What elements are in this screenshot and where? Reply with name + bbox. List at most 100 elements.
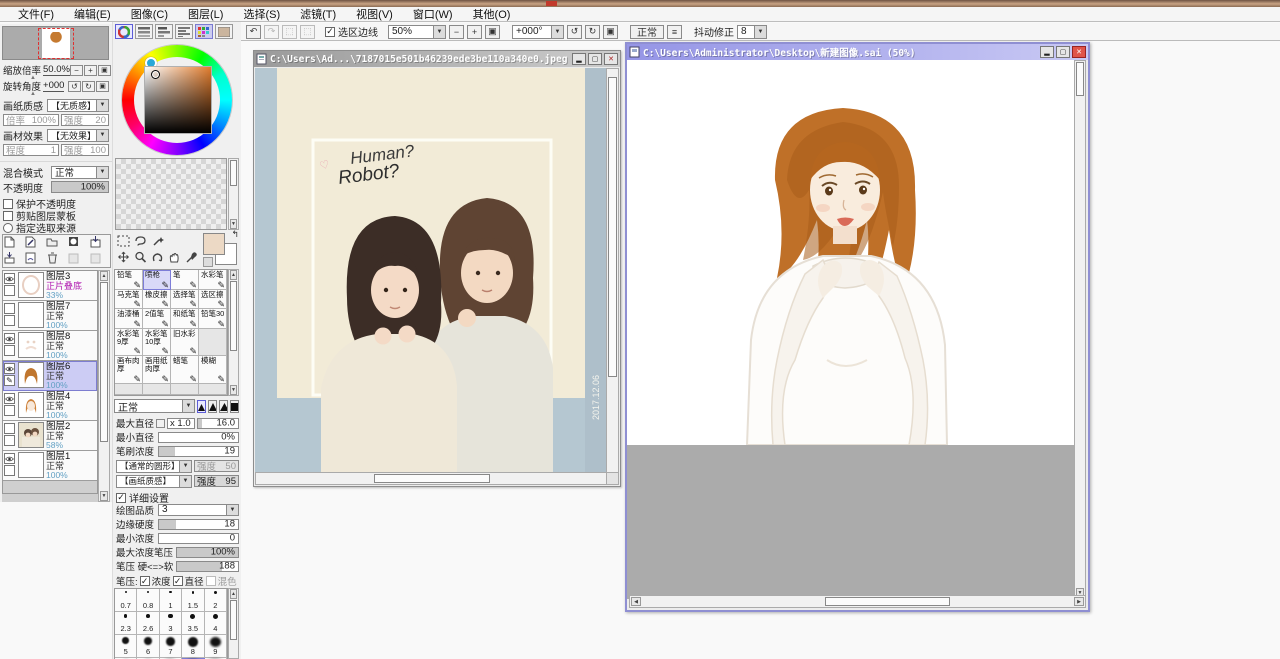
menu-item-8[interactable]: 其他(O) [463,6,521,22]
effect-degree-field[interactable]: 程度 1 [3,144,59,157]
clear-layer-icon[interactable] [24,251,37,264]
selection-edge-checkbox[interactable]: ✓ [325,26,335,37]
layer-secondary-toggle[interactable] [4,465,15,476]
eyedropper-tool[interactable] [183,249,199,264]
effect-strength-field[interactable]: 强度 100 [61,144,109,157]
shape-strength-field[interactable]: 强度 50 [194,460,239,473]
transparent-color-swatch[interactable] [203,257,213,267]
diameter-multiplier-field[interactable]: x 1.0 [167,417,196,429]
brush-铅笔[interactable]: 铅笔 ✎ [115,270,143,290]
nav-rotate-ccw-button[interactable]: ↺ [68,80,81,92]
brush-size-2.6[interactable]: 2.6 [137,612,160,635]
brush-和纸笔[interactable]: 和纸笔 ✎ [171,309,199,329]
menu-item-7[interactable]: 窗口(W) [403,6,463,22]
min-density-slider[interactable]: 0 [158,532,239,544]
min-diameter-slider[interactable]: 0% [158,431,239,443]
photo-close-button[interactable]: ✕ [604,53,618,65]
layer-visibility-toggle[interactable] [4,423,15,434]
brush-size-3.5[interactable]: 3.5 [182,612,205,635]
brush-edge-hard-button[interactable] [230,399,239,413]
brush-scroll-down-arrow[interactable]: ▼ [230,385,237,395]
brush-选区擦[interactable]: 选区擦 ✎ [199,289,227,309]
foreground-color-swatch[interactable] [203,233,225,255]
new-folder-icon[interactable] [46,235,59,248]
brush-水彩笔10厚[interactable]: 水彩笔10厚 ✎ [143,328,171,356]
layer-secondary-toggle[interactable] [4,405,15,416]
drawing-maximize-button[interactable]: ▢ [1056,46,1070,58]
brush-size-6[interactable]: 6 [137,635,160,658]
layer-row-图层1[interactable]: 图层1 正常 100% [3,451,97,481]
jitter-combo[interactable]: 8 ▼ [737,24,767,39]
brush-橡皮擦[interactable]: 橡皮擦 ✎ [143,289,171,309]
brush-size-1[interactable]: 1 [159,589,183,612]
brush-empty-slot[interactable] [199,328,227,356]
brush-size-4[interactable]: 4 [204,612,227,635]
drawing-window-titlebar[interactable]: C:\Users\Administrator\Desktop\新建图像.sai … [627,44,1088,60]
scratchpad-scroll-thumb[interactable] [230,160,237,186]
layer-visibility-toggle[interactable] [4,393,15,404]
layers-scroll-thumb[interactable] [100,282,108,442]
brush-empty-slot[interactable] [143,383,171,395]
new-linework-layer-icon[interactable] [24,235,37,248]
angle-combo[interactable]: +000° ▼ [512,24,564,39]
rect-select-tool[interactable] [115,233,131,248]
undo-button[interactable]: ↶ [246,24,261,39]
brush-模糊[interactable]: 模糊 ✎ [199,356,227,384]
crop-canvas-button[interactable]: ⬚ [300,24,315,39]
brush-grid-scrollbar[interactable]: ▲ ▼ [228,269,239,396]
drawing-hscroll-thumb[interactable] [825,597,950,606]
selection-source-radio[interactable] [3,222,13,233]
photo-hscroll-thumb[interactable] [374,474,490,483]
paper-texture-combo[interactable]: 【无质感】 ▼ [47,98,109,112]
layer-mask-icon[interactable] [67,235,80,248]
angle-slider-marker[interactable]: ▲ [30,91,36,97]
transfer-down-icon[interactable] [89,235,102,248]
menu-item-0[interactable]: 文件(F) [8,6,64,22]
material-effect-combo[interactable]: 【无效果】 ▼ [47,128,109,142]
brush-size-2.3[interactable]: 2.3 [115,612,138,635]
layer-visibility-toggle[interactable] [4,363,15,374]
brush-size-5[interactable]: 5 [115,635,138,658]
rotate-view-tool[interactable] [149,249,165,264]
photo-window-titlebar[interactable]: C:\Users\Ad...\7187015e501b46239ede3be11… [254,51,620,67]
rotate-ccw-button[interactable]: ↺ [567,24,582,39]
max-diameter-slider[interactable]: 16.0 [197,417,239,429]
brush-empty-slot[interactable] [199,383,227,395]
merge-down-icon[interactable] [3,251,16,264]
navigator-viewport-rect[interactable] [38,28,74,59]
brush-shape-combo[interactable]: 【通常的圆形】 ▼ [116,459,192,473]
brush-edge-soft-button[interactable] [197,399,206,413]
size-scroll-up-arrow[interactable]: ▲ [230,589,237,599]
brush-empty-slot[interactable] [171,383,199,395]
swatches-tab[interactable] [195,24,213,39]
layer-opacity-slider[interactable]: 100% [51,181,109,193]
brush-2值笔[interactable]: 2值笔 ✎ [143,309,171,329]
hsv-slider-tab[interactable] [155,24,173,39]
new-layer-icon[interactable] [3,235,16,248]
photo-resize-grip[interactable] [606,472,619,485]
photo-minimize-button[interactable]: ▂ [572,53,586,65]
brush-size-3[interactable]: 3 [159,612,183,635]
paper-strength-field[interactable]: 强度 20 [61,114,109,127]
brush-size-0.7[interactable]: 0.7 [115,589,138,612]
pressure-hard-soft-slider[interactable]: 188 [176,560,239,572]
zoom-in-button[interactable]: + [467,24,482,39]
jitter-combo-arrow[interactable]: ▼ [754,25,766,38]
brush-喷枪[interactable]: 喷枪 ✎ [143,270,171,290]
pressure-diameter-checkbox[interactable]: ✓ [172,576,183,586]
clipping-mask-checkbox[interactable] [3,210,13,221]
brush-size-8[interactable]: 8 [182,635,205,658]
menu-item-1[interactable]: 编辑(E) [64,6,121,22]
edge-hardness-slider[interactable]: 18 [158,518,239,530]
view-options-button[interactable]: ≡ [667,24,682,39]
zoom-reset-button[interactable]: ▣ [485,24,500,39]
brush-scroll-thumb[interactable] [230,281,237,351]
move-tool[interactable] [115,249,131,264]
layer-row-图层8[interactable]: 图层8 正常 100% [3,331,97,361]
lasso-tool[interactable] [132,233,148,248]
drawing-close-button[interactable]: ✕ [1072,46,1086,58]
nav-zoom-reset-button[interactable]: ▣ [97,64,111,76]
nav-rotate-cw-button[interactable]: ↻ [82,80,95,92]
layer-secondary-toggle[interactable] [4,435,15,446]
layer-secondary-toggle[interactable] [4,345,15,356]
